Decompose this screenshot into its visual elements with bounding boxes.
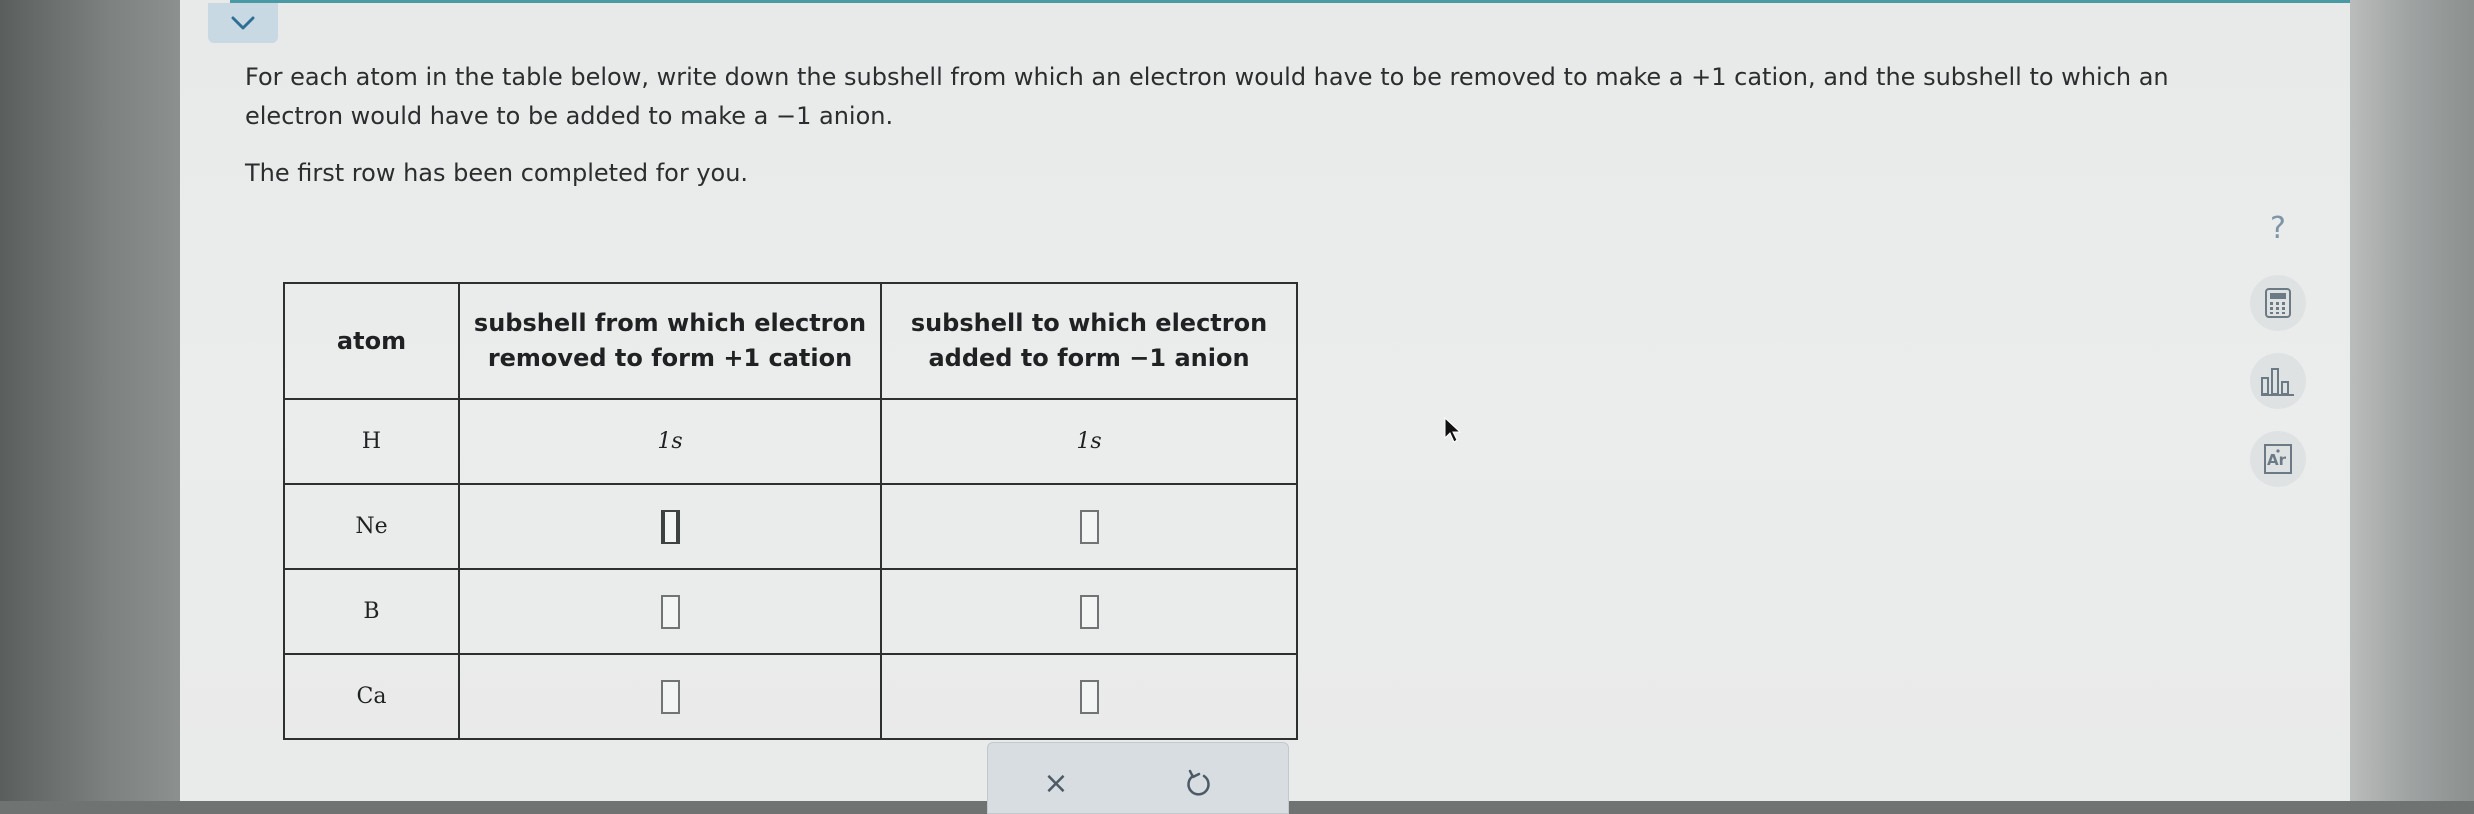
ca-added-input[interactable]	[1079, 679, 1099, 714]
prompt-line-2: electron would have to be added to make …	[245, 102, 894, 130]
added-cell	[880, 483, 1298, 570]
header-atom: atom	[283, 282, 460, 400]
removed-cell	[458, 653, 882, 740]
calculator-button[interactable]	[2250, 275, 2306, 331]
mouse-cursor-icon	[1443, 416, 1463, 448]
panel-top-accent	[230, 0, 2350, 3]
undo-icon	[1187, 769, 1210, 796]
atom-cell: Ca	[283, 653, 460, 740]
ca-removed-input[interactable]	[660, 679, 680, 714]
table-row: Ne	[283, 483, 1298, 570]
question-prompt: For each atom in the table below, write …	[245, 58, 2245, 193]
prompt-line-3: The first row has been completed for you…	[245, 159, 749, 187]
screen-bezel-right	[2350, 0, 2474, 801]
ne-removed-input[interactable]	[660, 509, 680, 544]
data-chart-button[interactable]	[2250, 353, 2306, 409]
undo-button[interactable]	[1178, 763, 1218, 803]
table-row: B	[283, 568, 1298, 655]
ne-added-input[interactable]	[1079, 509, 1099, 544]
table-header-row: atom subshell from which electron remove…	[283, 282, 1298, 400]
periodic-table-button[interactable]: Ar	[2250, 431, 2306, 487]
added-cell	[880, 568, 1298, 655]
removed-cell: 1s	[458, 398, 882, 485]
header-added: subshell to which electron added to form…	[880, 282, 1298, 400]
header-removed: subshell from which electron removed to …	[458, 282, 882, 400]
atom-cell: B	[283, 568, 460, 655]
help-icon: ?	[2270, 210, 2286, 246]
removed-cell	[458, 483, 882, 570]
b-removed-input[interactable]	[660, 594, 680, 629]
added-cell: 1s	[880, 398, 1298, 485]
atom-cell: H	[283, 398, 460, 485]
removed-cell	[458, 568, 882, 655]
help-button[interactable]: ?	[2250, 200, 2306, 256]
clear-button[interactable]: ×	[1036, 763, 1076, 803]
periodic-table-label: Ar	[2267, 451, 2287, 469]
chevron-down-icon	[231, 16, 255, 30]
added-cell	[880, 653, 1298, 740]
b-added-input[interactable]	[1079, 594, 1099, 629]
table-row: Ca	[283, 653, 1298, 740]
prompt-line-1: For each atom in the table below, write …	[245, 63, 2169, 91]
calculator-icon	[2265, 288, 2291, 318]
answer-toolbar: ×	[987, 742, 1289, 814]
close-icon: ×	[1043, 765, 1069, 801]
chart-icon	[2261, 368, 2294, 396]
answer-table: atom subshell from which electron remove…	[283, 282, 1298, 740]
table-row: H 1s 1s	[283, 398, 1298, 485]
collapse-button[interactable]	[208, 3, 278, 43]
atom-cell: Ne	[283, 483, 460, 570]
screen-bezel-left	[0, 0, 180, 801]
